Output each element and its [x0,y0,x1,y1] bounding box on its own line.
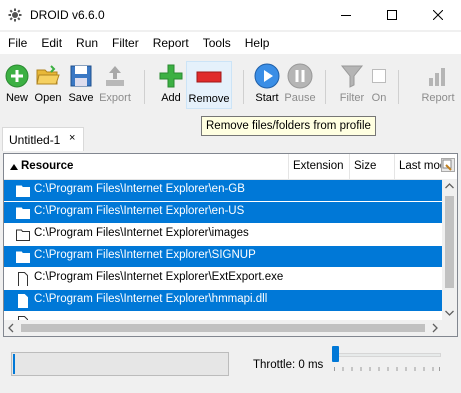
progress-bar [11,352,229,376]
minimize-button[interactable] [323,0,369,30]
toolbar-separator [325,70,326,104]
menu-edit[interactable]: Edit [34,32,69,54]
folder-icon [16,229,30,241]
menu-tools[interactable]: Tools [196,32,238,54]
menu-filter[interactable]: Filter [105,32,146,54]
new-button[interactable]: New [4,62,30,108]
column-size[interactable]: Size [350,154,395,179]
table-row[interactable]: C:\Program Files\Internet Explorer\SIGNU… [4,246,457,267]
table-row-partial[interactable] [4,312,457,320]
export-button[interactable]: Export [97,62,133,108]
column-extension[interactable]: Extension [289,154,350,179]
horizontal-scrollbar[interactable] [4,320,457,336]
file-icon [18,294,28,308]
filter-on-toggle[interactable]: On [368,62,390,108]
maximize-icon [387,10,397,20]
vertical-scrollbar[interactable] [442,179,457,320]
new-plus-circle-icon [5,64,29,88]
menu-help[interactable]: Help [238,32,277,54]
close-icon [433,10,443,20]
title-bar: DROID v6.6.0 [0,0,461,30]
report-button[interactable]: Report [419,62,457,108]
table-row[interactable]: C:\Program Files\Internet Explorer\ExtEx… [4,268,457,289]
checkbox-icon [372,69,386,83]
toolbar: New Open Save Export Add Remove Start Pa… [0,58,461,112]
table-row[interactable]: C:\Program Files\Internet Explorer\en-GB [4,180,457,201]
open-button[interactable]: Open [33,62,63,108]
droid-window: DROID v6.6.0 File Edit Run Filter Report… [0,0,461,393]
remove-tooltip: Remove files/folders from profile [201,116,376,136]
file-icon [18,272,28,286]
tab-untitled-1[interactable]: Untitled-1 × [2,127,84,151]
droid-app-icon [8,8,22,22]
save-button[interactable]: Save [67,62,95,108]
throttle-slider-thumb[interactable] [332,346,339,362]
progress-fill [13,354,15,374]
column-chooser-icon [442,159,452,171]
column-chooser-button[interactable] [441,158,455,172]
column-resource[interactable]: Resource [4,154,289,179]
toolbar-separator [243,70,244,104]
open-folder-icon [36,65,60,85]
pause-icon [287,63,313,89]
table-row[interactable]: C:\Program Files\Internet Explorer\hmmap… [4,290,457,311]
scroll-down-icon [445,310,454,316]
filter-button[interactable]: Filter [338,62,366,108]
menu-bar: File Edit Run Filter Report Tools Help [0,32,461,54]
remove-minus-icon [196,71,222,83]
remove-button[interactable]: Remove [186,61,232,109]
close-button[interactable] [415,0,461,30]
add-button[interactable]: Add [158,62,184,108]
scroll-right-icon [432,323,438,333]
column-last-modified[interactable]: Last mod [395,154,443,179]
minimize-icon [341,15,351,16]
scroll-left-icon [8,323,14,333]
table-row[interactable]: C:\Program Files\Internet Explorer\en-US [4,202,457,223]
throttle-label: Throttle: 0 ms [253,359,324,371]
throttle-slider-ticks [334,367,440,371]
menu-file[interactable]: File [0,32,34,54]
vertical-scroll-thumb[interactable] [445,196,454,288]
folder-icon [16,251,30,263]
save-floppy-icon [70,65,92,87]
export-icon [106,66,124,86]
menu-report[interactable]: Report [146,32,196,54]
filter-funnel-icon [340,65,364,88]
table-header: Resource Extension Size Last mod [4,154,457,180]
add-plus-icon [159,64,183,88]
throttle-slider-track[interactable] [333,353,441,357]
tab-label: Untitled-1 [9,133,61,147]
menu-run[interactable]: Run [69,32,105,54]
start-button[interactable]: Start [253,62,281,108]
play-icon [254,63,280,89]
toolbar-separator [144,70,145,104]
folder-icon [16,185,30,197]
table-row[interactable]: C:\Program Files\Internet Explorer\image… [4,224,457,245]
sort-ascending-icon [10,163,18,170]
results-table: Resource Extension Size Last mod C:\Prog… [3,153,458,337]
maximize-button[interactable] [369,0,415,30]
horizontal-scroll-thumb[interactable] [21,324,425,332]
folder-icon [16,207,30,219]
tab-close-icon[interactable]: × [69,132,75,144]
scroll-up-icon [445,183,454,189]
pause-button[interactable]: Pause [284,62,316,108]
toolbar-separator [398,70,399,104]
window-title: DROID v6.6.0 [30,8,105,22]
report-bar-chart-icon [429,68,445,86]
